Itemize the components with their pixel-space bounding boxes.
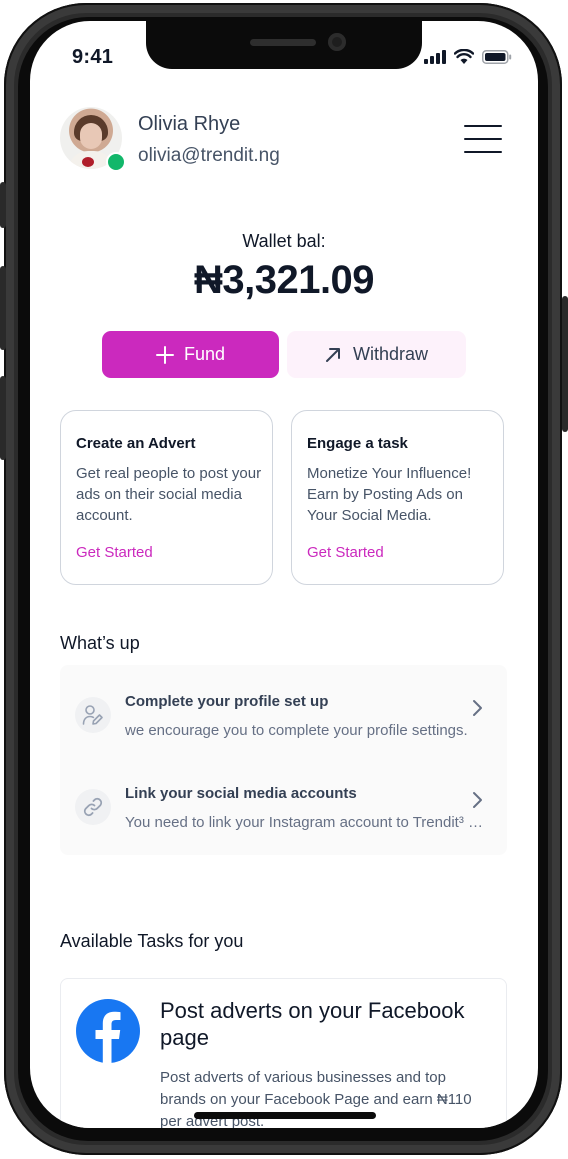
card-description: Get real people to post your ads on thei… [76,465,262,524]
front-camera [328,33,346,51]
home-indicator [194,1112,376,1119]
list-item-profile-setup[interactable]: Complete your profile set up we encourag… [60,685,507,755]
list-item-title: Link your social media accounts [125,785,357,802]
get-started-link[interactable]: Get Started [76,544,153,561]
signal-icon [424,50,446,64]
volume-down-button [0,376,6,460]
whats-up-title: What’s up [60,633,140,653]
notch [146,21,422,69]
online-status-dot [106,152,126,172]
card-description: Monetize Your Influence! Earn by Posting… [307,465,472,524]
facebook-icon [76,999,140,1063]
mute-switch [0,182,6,228]
list-item-title: Complete your profile set up [125,693,329,710]
user-email: olivia@trendit.ng [138,145,280,166]
user-name: Olivia Rhye [138,113,241,135]
task-card-facebook[interactable]: Post adverts on your Facebook page Post … [60,978,507,1128]
whats-up-list: Complete your profile set up we encourag… [60,665,507,855]
hamburger-menu-icon[interactable] [464,125,504,155]
user-edit-icon [75,697,111,733]
fund-label: Fund [183,344,226,364]
plus-icon [155,345,174,364]
task-title: Post adverts on your Facebook page [160,998,465,1050]
profile-header: Olivia Rhye olivia@trendit.ng [60,107,510,173]
speaker [250,39,316,46]
available-tasks-title: Available Tasks for you [60,931,244,951]
chevron-right-icon [473,700,482,716]
withdraw-label: Withdraw [352,344,428,364]
fund-button[interactable]: Fund [102,331,279,378]
status-icons [424,49,512,64]
list-item-link-social[interactable]: Link your social media accounts You need… [60,777,507,847]
card-title: Engage a task [307,435,408,452]
list-item-description: You need to link your Instagram account … [125,814,487,831]
list-item-description: we encourage you to complete your profil… [125,722,468,739]
battery-icon [482,50,512,64]
card-title: Create an Advert [76,435,196,452]
withdraw-button[interactable]: Withdraw [287,331,466,378]
link-icon [75,789,111,825]
status-time: 9:41 [72,46,114,68]
wifi-icon [454,49,474,64]
arrow-up-right-icon [325,347,340,362]
power-button [562,296,568,432]
create-advert-card[interactable]: Create an Advert Get real people to post… [60,410,273,585]
engage-task-card[interactable]: Engage a task Monetize Your Influence! E… [291,410,504,585]
chevron-right-icon [473,792,482,808]
app-screen: 9:41 Olivia Rhye olivia@trendit.ng Walle… [30,21,538,1128]
wallet-label: Wallet bal: [242,231,326,251]
wallet-balance: ₦3,321.09 [193,258,375,302]
volume-up-button [0,266,6,350]
get-started-link[interactable]: Get Started [307,544,384,561]
